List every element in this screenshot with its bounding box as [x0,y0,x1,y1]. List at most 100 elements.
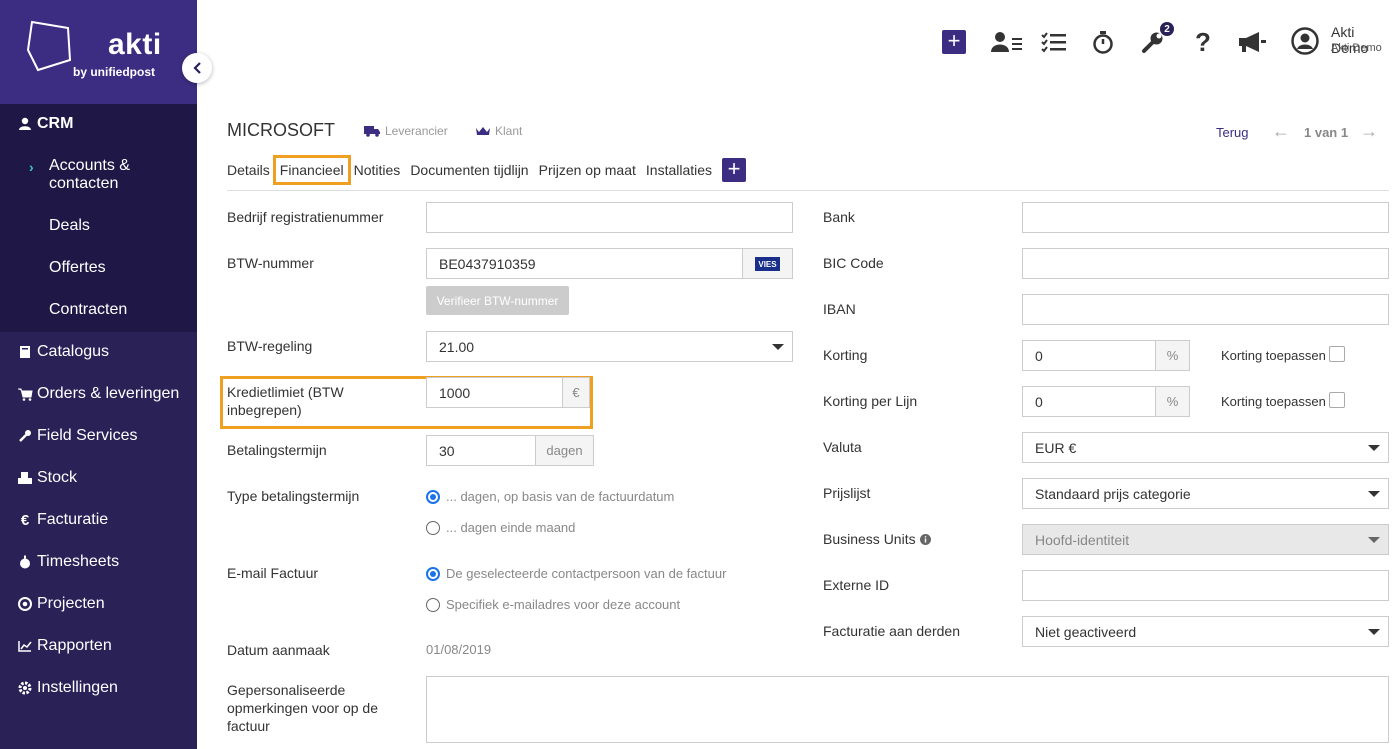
nav-instellingen[interactable]: Instellingen [0,667,197,709]
add-button[interactable]: + [942,28,966,56]
nav-facturatie-label: Facturatie [37,511,109,528]
remarks-textarea[interactable] [426,676,1389,743]
pricelist-select[interactable]: Standaard prijs categorie [1022,478,1389,509]
tab-notities[interactable]: Notities [354,162,401,178]
info-icon[interactable] [919,533,931,545]
credit-label-line1: Kredietlimiet (BTW [227,384,344,400]
bu-select: Hoofd-identiteit [1022,524,1389,555]
reg-input[interactable] [426,202,793,233]
nav-field-services[interactable]: Field Services [0,415,197,457]
tag-client-label: Klant [495,124,523,138]
announcements-button[interactable] [1237,28,1267,56]
next-arrow-icon[interactable]: → [1360,121,1378,142]
iban-label: IBAN [823,301,856,317]
tasks-button[interactable] [1040,28,1068,56]
avatar-icon [1291,27,1319,55]
currency-select[interactable]: EUR € [1022,432,1389,463]
email-opt2-label[interactable]: Specifiek e-mailadres voor deze account [446,597,680,612]
credit-label: Kredietlimiet (BTW inbegrepen) [227,383,344,419]
line-discount-apply-checkbox[interactable] [1329,392,1345,408]
discount-apply-label: Korting toepassen [1221,348,1326,363]
nav-orders[interactable]: Orders & leveringen [0,373,197,415]
bu-value: Hoofd-identiteit [1035,531,1130,548]
tag-supplier-label: Leverancier [385,124,448,138]
tab-bar: Details Financieel Notities Documenten t… [227,155,747,185]
remarks-label-line2: opmerkingen voor op de [227,700,378,716]
caret-down-icon [1368,629,1380,635]
email-contact-radio[interactable] [426,567,440,581]
nav-offertes[interactable]: Offertes [49,259,106,277]
nav-deals[interactable]: Deals [49,217,90,235]
logo-icon [26,20,72,72]
term-type-end-of-month-radio[interactable] [426,521,440,535]
stopwatch-icon [1093,31,1113,54]
notification-badge: 2 [1160,22,1174,36]
term-type-label: Type betalingstermijn [227,488,360,504]
email-specific-radio[interactable] [426,598,440,612]
contacts-list-button[interactable] [990,28,1024,56]
bank-input[interactable] [1022,202,1389,233]
tab-details[interactable]: Details [227,162,270,178]
timer-button[interactable] [1091,28,1115,56]
euro-icon: € [20,511,30,529]
bic-label: BIC Code [823,255,884,271]
tag-client[interactable]: Klant [475,124,522,138]
pricelist-value: Standaard prijs categorie [1035,485,1191,502]
tools-button[interactable]: 2 [1140,22,1174,56]
nav-timesheets[interactable]: Timesheets [0,541,197,583]
nav-catalogus-label: Catalogus [37,343,110,360]
verify-btw-button[interactable]: Verifieer BTW-nummer [426,286,569,315]
help-button[interactable]: ? [1192,26,1214,57]
iban-input[interactable] [1022,294,1389,325]
nav-instellingen-label: Instellingen [37,679,118,696]
nav-facturatie[interactable]: € Facturatie [0,499,197,541]
page-title: MICROSOFT [227,120,335,140]
term-type-opt1-label[interactable]: ... dagen, op basis van de factuurdatum [446,489,674,504]
line-discount-input[interactable]: 0 [1022,386,1156,417]
caret-down-icon [1368,445,1380,451]
cart-icon [17,387,33,401]
discount-apply-checkbox[interactable] [1329,346,1345,362]
nav-stock[interactable]: Stock [0,457,197,499]
credit-unit: € [562,377,590,408]
credit-input[interactable]: 1000 [426,377,563,408]
bu-label: Business Units [823,530,931,548]
tab-prijzen-op-maat[interactable]: Prijzen op maat [539,162,636,178]
nav-rapporten[interactable]: Rapporten [0,625,197,667]
email-opt1-label[interactable]: De geselecteerde contactpersoon van de f… [446,566,726,581]
nav-timesheets-label: Timesheets [37,553,120,570]
discount-input[interactable]: 0 [1022,340,1156,371]
regime-select[interactable]: 21.00 [426,331,793,362]
regime-value: 21.00 [439,338,475,355]
nav-catalogus[interactable]: Catalogus [0,331,197,373]
add-tab-button[interactable]: + [722,158,747,182]
external-id-input[interactable] [1022,570,1389,601]
btw-input[interactable]: BE0437910359 [426,248,743,279]
nav-crm[interactable]: CRM [0,103,197,145]
term-type-opt2-label[interactable]: ... dagen einde maand [446,520,575,535]
nav-projecten[interactable]: Projecten [0,583,197,625]
nav-accounts[interactable]: Accounts & contacten [49,157,130,193]
bic-input[interactable] [1022,248,1389,279]
term-input[interactable]: 30 [426,435,536,466]
user-list-icon [991,32,1022,52]
cubes-icon [17,471,33,485]
back-link[interactable]: Terug [1216,125,1249,140]
checklist-icon [1041,32,1066,53]
collapse-sidebar-button[interactable] [182,53,212,83]
nav-contracten[interactable]: Contracten [49,301,127,319]
term-type-invoice-date-radio[interactable] [426,490,440,504]
line-discount-apply-label: Korting toepassen [1221,394,1326,409]
nav-accounts-label-2: contacten [49,175,119,192]
tab-installaties[interactable]: Installaties [646,162,712,178]
user-menu-button[interactable] [1290,26,1320,56]
tab-documenten-tijdlijn[interactable]: Documenten tijdlijn [410,162,528,178]
tag-supplier[interactable]: Leverancier [364,124,448,138]
truck-icon [364,126,380,137]
prev-arrow-icon[interactable]: ← [1272,121,1290,142]
tab-financieel[interactable]: Financieel [272,155,351,185]
question-icon: ? [1195,26,1211,57]
plus-icon: + [942,30,966,54]
third-party-select[interactable]: Niet geactiveerd [1022,616,1389,647]
chevron-left-icon [193,62,201,74]
